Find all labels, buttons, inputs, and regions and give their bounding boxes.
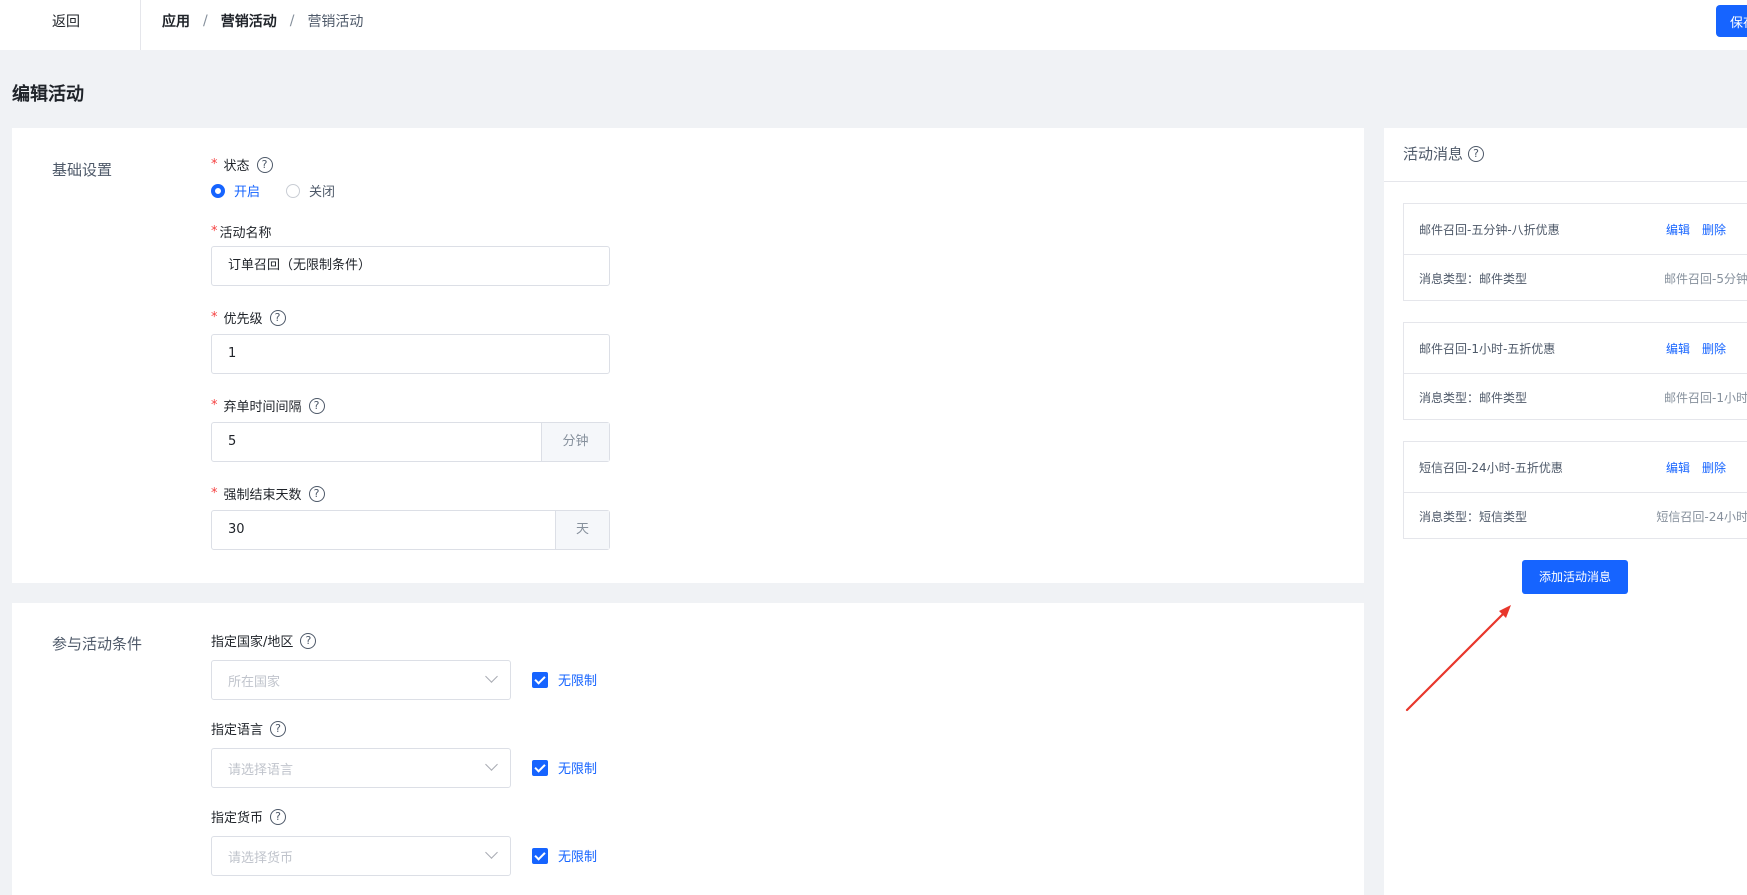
- currency-unlimited-checkbox[interactable]: 无限制: [532, 846, 597, 865]
- abandon-interval-input[interactable]: 5: [212, 423, 541, 461]
- country-label-text: 指定国家/地区: [211, 635, 294, 650]
- language-unlimited-label: 无限制: [558, 762, 598, 777]
- currency-label: 指定货币 ?: [211, 807, 287, 826]
- force-end-days-label-text: 强制结束天数: [223, 488, 302, 503]
- country-select[interactable]: 所在国家: [211, 660, 511, 700]
- message-delete-link[interactable]: 删除: [1702, 459, 1726, 476]
- question-circle-icon[interactable]: ?: [308, 485, 325, 502]
- question-circle-icon[interactable]: ?: [1468, 145, 1485, 162]
- language-select-placeholder: 请选择语言: [228, 763, 294, 778]
- language-label: 指定语言 ?: [211, 719, 287, 738]
- abandon-interval-label: * 弃单时间间隔 ?: [211, 396, 325, 415]
- message-type: 消息类型：邮件类型: [1419, 391, 1528, 405]
- top-bar: 返回 应用 / 营销活动 / 营销活动 保存: [0, 0, 1747, 50]
- question-circle-icon[interactable]: ?: [270, 808, 287, 825]
- message-card: 邮件召回-1小时-五折优惠 编辑 删除 消息类型：邮件类型 邮件召回-1小时: [1403, 322, 1747, 420]
- message-edit-link[interactable]: 编辑: [1666, 340, 1690, 357]
- activity-messages-header: 活动消息 ?: [1384, 128, 1747, 182]
- back-button[interactable]: 返回: [0, 0, 141, 50]
- abandon-interval-label-text: 弃单时间间隔: [223, 400, 302, 415]
- country-unlimited-checkbox[interactable]: 无限制: [532, 670, 597, 689]
- red-arrow-annotation: [1405, 605, 1511, 712]
- section-title-conditions: 参与活动条件: [52, 635, 143, 653]
- status-radio-on[interactable]: 开启: [211, 181, 260, 200]
- message-edit-link[interactable]: 编辑: [1666, 459, 1690, 476]
- force-end-days-input[interactable]: 30: [212, 511, 555, 549]
- status-label: * 状态 ?: [211, 155, 273, 174]
- currency-unlimited-label: 无限制: [558, 850, 598, 865]
- language-label-text: 指定语言: [211, 723, 264, 738]
- message-subtitle: 邮件召回-5分钟: [1664, 272, 1747, 286]
- abandon-interval-suffix: 分钟: [541, 423, 609, 461]
- message-name: 邮件召回-1小时-五折优惠: [1419, 342, 1556, 356]
- breadcrumb-item-current: 营销活动: [307, 14, 364, 30]
- status-radio-group: 开启 关闭: [211, 181, 361, 200]
- question-circle-icon[interactable]: ?: [256, 156, 273, 173]
- force-end-days-suffix: 天: [555, 511, 609, 549]
- breadcrumb-separator: /: [289, 13, 295, 29]
- checkbox-checked-icon: [532, 847, 548, 864]
- currency-select[interactable]: 请选择货币: [211, 836, 511, 876]
- message-edit-link[interactable]: 编辑: [1666, 221, 1690, 238]
- priority-label: * 优先级 ?: [211, 308, 286, 327]
- force-end-days-label: * 强制结束天数 ?: [211, 484, 325, 503]
- message-delete-link[interactable]: 删除: [1702, 221, 1726, 238]
- breadcrumb-separator: /: [203, 13, 208, 29]
- status-label-text: 状态: [223, 159, 250, 174]
- chevron-down-icon: [485, 758, 498, 771]
- priority-input[interactable]: 1: [211, 334, 610, 374]
- country-label: 指定国家/地区 ?: [211, 631, 317, 650]
- activity-messages-title: 活动消息 ?: [1403, 143, 1485, 164]
- name-label-text: 活动名称: [219, 226, 272, 241]
- message-name: 短信召回-24小时-五折优惠: [1419, 461, 1563, 475]
- question-circle-icon[interactable]: ?: [308, 397, 325, 414]
- message-card: 短信召回-24小时-五折优惠 编辑 删除 消息类型：短信类型 短信召回-24小时: [1403, 441, 1747, 539]
- name-label: * 活动名称: [211, 224, 272, 241]
- country-select-placeholder: 所在国家: [228, 675, 281, 690]
- message-name: 邮件召回-五分钟-八折优惠: [1419, 223, 1560, 237]
- checkbox-checked-icon: [532, 759, 548, 776]
- chevron-down-icon: [485, 846, 498, 859]
- page-title: 编辑活动: [12, 84, 84, 105]
- activity-messages-title-text: 活动消息: [1403, 145, 1464, 163]
- activity-name-input[interactable]: 订单召回（无限制条件）: [211, 246, 610, 286]
- activity-messages-panel: 活动消息 ? 邮件召回-五分钟-八折优惠 编辑 删除 消息类型：邮件类型 邮件召…: [1384, 128, 1747, 895]
- add-activity-message-button[interactable]: 添加活动消息: [1522, 560, 1628, 594]
- language-unlimited-checkbox[interactable]: 无限制: [532, 758, 597, 777]
- chevron-down-icon: [485, 670, 498, 683]
- currency-select-placeholder: 请选择货币: [228, 851, 294, 866]
- priority-label-text: 优先级: [223, 312, 263, 327]
- status-radio-off[interactable]: 关闭: [286, 181, 335, 200]
- breadcrumb-item-app[interactable]: 应用: [162, 11, 190, 31]
- conditions-card: 参与活动条件 指定国家/地区 ? 所在国家 无限制 指定语言 ? 请选择语言 无…: [12, 603, 1364, 895]
- abandon-interval-input-group: 5 分钟: [211, 422, 610, 462]
- message-type: 消息类型：短信类型: [1419, 510, 1528, 524]
- section-title-basic: 基础设置: [52, 161, 113, 179]
- message-card: 邮件召回-五分钟-八折优惠 编辑 删除 消息类型：邮件类型 邮件召回-5分钟: [1403, 203, 1747, 301]
- message-subtitle: 短信召回-24小时: [1656, 510, 1747, 524]
- currency-label-text: 指定货币: [211, 811, 264, 826]
- language-select[interactable]: 请选择语言: [211, 748, 511, 788]
- basic-settings-card: 基础设置 * 状态 ? 开启 关闭 * 活动名称 订单召回（无限制条件） * 优…: [12, 128, 1364, 583]
- status-option-off-label: 关闭: [309, 185, 336, 200]
- message-delete-link[interactable]: 删除: [1702, 340, 1726, 357]
- checkbox-checked-icon: [532, 671, 548, 688]
- force-end-days-input-group: 30 天: [211, 510, 610, 550]
- country-unlimited-label: 无限制: [558, 674, 598, 689]
- back-button-label: 返回: [52, 14, 80, 30]
- breadcrumb-item-marketing[interactable]: 营销活动: [221, 11, 277, 31]
- message-type: 消息类型：邮件类型: [1419, 272, 1528, 286]
- save-button[interactable]: 保存: [1716, 5, 1747, 37]
- radio-dot: [286, 183, 301, 198]
- question-circle-icon[interactable]: ?: [270, 720, 287, 737]
- breadcrumb: 应用 / 营销活动 / 营销活动: [162, 11, 363, 31]
- question-circle-icon[interactable]: ?: [269, 309, 286, 326]
- question-circle-icon[interactable]: ?: [300, 632, 317, 649]
- radio-dot: [211, 183, 225, 198]
- status-option-on-label: 开启: [234, 185, 261, 200]
- message-subtitle: 邮件召回-1小时: [1664, 391, 1747, 405]
